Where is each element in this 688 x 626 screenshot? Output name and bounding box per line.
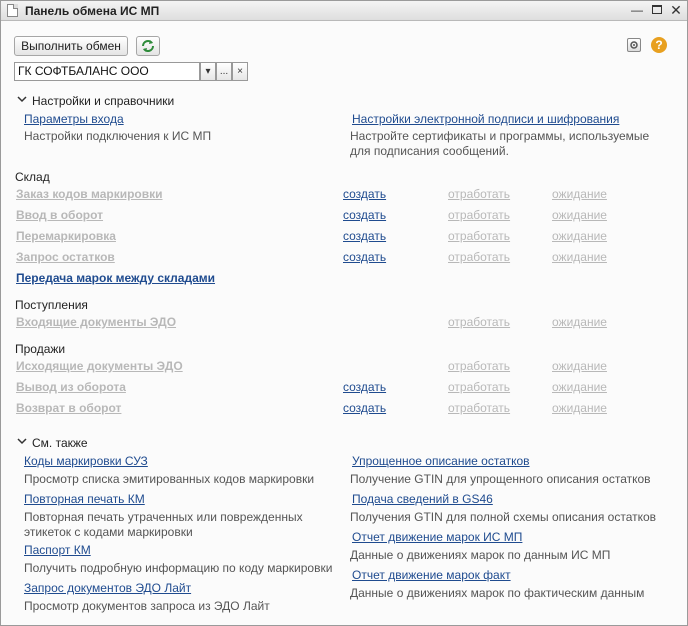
suz-codes-link[interactable]: Коды маркировки СУЗ: [24, 454, 148, 468]
window-title: Панель обмена ИС МП: [25, 4, 160, 18]
login-params-desc: Настройки подключения к ИС МП: [24, 129, 212, 143]
minimize-icon[interactable]: —: [629, 3, 645, 18]
remarking-wait-link: ожидание: [552, 229, 607, 243]
op-order-codes: Заказ кодов маркировки: [16, 187, 163, 201]
dropdown-button[interactable]: ▾: [200, 62, 216, 81]
settings-group-label: Настройки и справочники: [32, 94, 175, 108]
edo-lite-request-desc: Просмотр документов запроса из ЭДО Лайт: [24, 599, 270, 613]
receipts-section-label: Поступления: [15, 298, 88, 312]
run-exchange-button[interactable]: Выполнить обмен: [14, 36, 128, 56]
edo-lite-request-link[interactable]: Запрос документов ЭДО Лайт: [24, 581, 191, 595]
suz-codes-desc: Просмотр списка эмитированных кодов марк…: [24, 472, 315, 486]
exchange-panel-window: Панель обмена ИС МП — ✕ Выполнить обмен …: [0, 0, 688, 626]
stock-request-create-link[interactable]: создать: [343, 250, 386, 264]
signature-settings-desc: Настройте сертификаты и программы, испол…: [350, 129, 650, 158]
document-icon: [7, 4, 18, 17]
incoming-edo-process-link: отработать: [448, 315, 511, 329]
km-passport-link[interactable]: Паспорт КМ: [24, 543, 91, 557]
clear-button[interactable]: ×: [232, 62, 248, 81]
reprint-km-desc: Повторная печать утраченных или поврежде…: [24, 510, 303, 539]
op-return-to-circulation: Возврат в оборот: [16, 401, 122, 415]
simplified-stock-link[interactable]: Упрощенное описание остатков: [352, 454, 530, 468]
return-create-link[interactable]: создать: [343, 401, 386, 415]
outgoing-edo-wait-link: ожидание: [552, 359, 607, 373]
title-bar: Панель обмена ИС МП — ✕: [1, 1, 687, 21]
panel-content: Выполнить обмен ? ГК СОФТБАЛАНС ООО ▾ ..…: [1, 22, 687, 625]
order-codes-wait-link: ожидание: [552, 187, 607, 201]
settings-gear-icon[interactable]: [627, 38, 641, 52]
movement-report-fact-link[interactable]: Отчет движение марок факт: [352, 568, 511, 582]
chevron-down-icon: [17, 96, 27, 103]
return-wait-link: ожидание: [552, 401, 607, 415]
return-process-link: отработать: [448, 401, 511, 415]
signature-settings-link[interactable]: Настройки электронной подписи и шифрован…: [352, 112, 619, 126]
movement-report-fact-desc: Данные о движениях марок по фактическим …: [350, 586, 645, 600]
incoming-edo-wait-link: ожидание: [552, 315, 607, 329]
withdrawal-wait-link: ожидание: [552, 380, 607, 394]
op-stock-request: Запрос остатков: [16, 250, 115, 264]
maximize-icon[interactable]: [649, 3, 665, 18]
movement-report-ismp-desc: Данные о движениях марок по данным ИС МП: [350, 548, 611, 562]
chevron-down-icon: [17, 438, 27, 445]
simplified-stock-desc: Получение GTIN для упрощенного описания …: [350, 472, 651, 486]
gs46-link[interactable]: Подача сведений в GS46: [352, 492, 493, 506]
remarking-process-link: отработать: [448, 229, 511, 243]
op-put-into-circulation: Ввод в оборот: [16, 208, 104, 222]
transfer-between-warehouses-link[interactable]: Передача марок между складами: [16, 271, 215, 285]
open-choice-button[interactable]: ...: [216, 62, 232, 81]
withdrawal-process-link: отработать: [448, 380, 511, 394]
reprint-km-link[interactable]: Повторная печать КМ: [24, 492, 145, 506]
outgoing-edo-process-link: отработать: [448, 359, 511, 373]
gs46-desc: Получения GTIN для полной схемы описания…: [350, 510, 657, 524]
help-icon[interactable]: ?: [651, 37, 667, 53]
refresh-icon: [142, 40, 154, 52]
op-remarking: Перемаркировка: [16, 229, 116, 243]
order-codes-create-link[interactable]: создать: [343, 187, 386, 201]
op-withdrawal: Вывод из оборота: [16, 380, 126, 394]
stock-request-wait-link: ожидание: [552, 250, 607, 264]
stock-request-process-link: отработать: [448, 250, 511, 264]
km-passport-desc: Получить подробную информацию по коду ма…: [24, 561, 333, 575]
organization-input[interactable]: ГК СОФТБАЛАНС ООО: [14, 62, 200, 81]
order-codes-process-link: отработать: [448, 187, 511, 201]
op-incoming-edo: Входящие документы ЭДО: [16, 315, 177, 329]
warehouse-section-label: Склад: [15, 170, 50, 184]
withdrawal-create-link[interactable]: создать: [343, 380, 386, 394]
see-also-group-header[interactable]: См. также: [17, 436, 88, 450]
remarking-create-link[interactable]: создать: [343, 229, 386, 243]
settings-group-header[interactable]: Настройки и справочники: [17, 94, 174, 108]
sales-section-label: Продажи: [15, 342, 66, 356]
put-into-circulation-create-link[interactable]: создать: [343, 208, 386, 222]
put-into-circulation-process-link: отработать: [448, 208, 511, 222]
op-outgoing-edo: Исходящие документы ЭДО: [16, 359, 183, 373]
refresh-button[interactable]: [136, 36, 160, 56]
see-also-group-label: См. также: [32, 436, 88, 450]
movement-report-ismp-link[interactable]: Отчет движение марок ИС МП: [352, 530, 522, 544]
close-icon[interactable]: ✕: [668, 3, 684, 18]
put-into-circulation-wait-link: ожидание: [552, 208, 607, 222]
login-params-link[interactable]: Параметры входа: [24, 112, 124, 126]
